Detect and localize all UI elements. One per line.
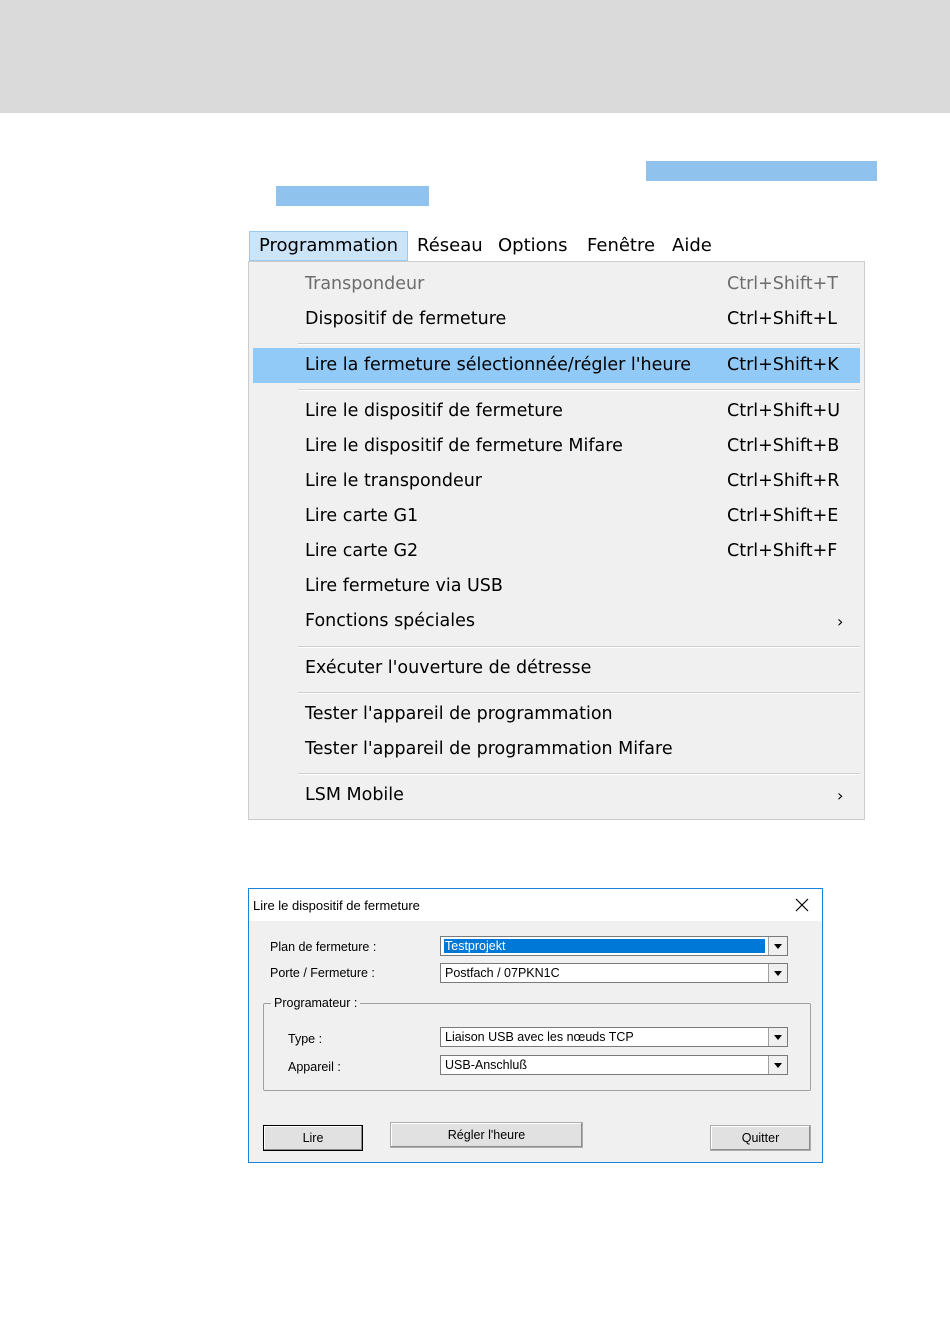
chevron-down-icon[interactable] [768, 937, 787, 955]
menu-item-shortcut: Ctrl+Shift+B [727, 436, 840, 456]
menu-item-label: Tester l'appareil de programmation [305, 704, 613, 724]
device-select-value: USB-Anschluß [445, 1058, 527, 1072]
menu-item-lire-fermeture-selectionnee[interactable]: Lire la fermeture sélectionnée/régler l'… [253, 348, 860, 383]
dialog-title: Lire le dispositif de fermeture [253, 898, 420, 913]
door-select[interactable]: Postfach / 07PKN1C [440, 963, 788, 983]
chevron-down-icon[interactable] [768, 1028, 787, 1046]
menu-programmation[interactable]: Programmation [249, 231, 408, 261]
menu-item-shortcut: Ctrl+Shift+F [727, 541, 838, 561]
menu-item-transpondeur[interactable]: Transpondeur Ctrl+Shift+T [253, 267, 860, 302]
menu-item-lire-carte-g2[interactable]: Lire carte G2 Ctrl+Shift+F [253, 534, 860, 569]
type-select-value: Liaison USB avec les nœuds TCP [445, 1030, 634, 1044]
menu-item-label: Lire le dispositif de fermeture [305, 401, 563, 421]
chevron-right-icon: › [837, 612, 844, 631]
menu-item-label: Lire carte G2 [305, 541, 419, 561]
menu-item-label: Exécuter l'ouverture de détresse [305, 658, 592, 678]
dialog-titlebar: Lire le dispositif de fermeture [249, 889, 822, 921]
menu-item-lire-dispositif-mifare[interactable]: Lire le dispositif de fermeture Mifare C… [253, 429, 860, 464]
close-button[interactable] [782, 889, 822, 921]
menu-item-lire-carte-g1[interactable]: Lire carte G1 Ctrl+Shift+E [253, 499, 860, 534]
type-select[interactable]: Liaison USB avec les nœuds TCP [440, 1027, 788, 1047]
menu-item-label: Fonctions spéciales [305, 611, 476, 631]
menu-item-label: Transpondeur [305, 274, 425, 294]
programmer-group [263, 1003, 811, 1091]
menu-separator [298, 646, 860, 648]
menu-bar: Programmation Réseau Options Fenêtre Aid… [249, 231, 719, 262]
menu-item-lire-fermeture-usb[interactable]: Lire fermeture via USB [253, 569, 860, 604]
menu-separator [298, 692, 860, 694]
menu-item-tester-appareil[interactable]: Tester l'appareil de programmation [253, 697, 860, 732]
menu-item-label: Lire le transpondeur [305, 471, 482, 491]
menu-item-label: Dispositif de fermeture [305, 309, 507, 329]
menu-reseau[interactable]: Réseau [408, 231, 492, 260]
menu-item-lire-dispositif[interactable]: Lire le dispositif de fermeture Ctrl+Shi… [253, 394, 860, 429]
menu-item-shortcut: Ctrl+Shift+U [727, 401, 841, 421]
menu-item-shortcut: Ctrl+Shift+L [727, 309, 837, 329]
menu-item-label: Lire la fermeture sélectionnée/régler l'… [305, 355, 692, 375]
read-button[interactable]: Lire [263, 1125, 363, 1151]
menu-item-ouverture-detresse[interactable]: Exécuter l'ouverture de détresse [253, 651, 860, 686]
header-band [0, 0, 950, 113]
menu-item-label: LSM Mobile [305, 785, 404, 805]
menu-item-label: Lire le dispositif de fermeture Mifare [305, 436, 623, 456]
programmer-group-label: Programateur : [271, 996, 361, 1010]
menu-aide[interactable]: Aide [663, 231, 721, 260]
door-select-value: Postfach / 07PKN1C [445, 966, 560, 980]
quit-button[interactable]: Quitter [710, 1125, 811, 1151]
menu-separator [298, 389, 860, 391]
chevron-right-icon: › [837, 786, 844, 805]
menu-separator [298, 773, 860, 775]
highlight-bar-top [646, 161, 877, 181]
menu-item-shortcut: Ctrl+Shift+E [727, 506, 839, 526]
menu-separator [298, 343, 860, 345]
chevron-down-icon[interactable] [768, 964, 787, 982]
highlight-bar-bottom [276, 186, 429, 206]
plan-label: Plan de fermeture : [270, 940, 377, 954]
menu-item-shortcut: Ctrl+Shift+R [727, 471, 840, 491]
set-time-button[interactable]: Régler l'heure [390, 1122, 583, 1148]
read-lock-dialog: Lire le dispositif de fermeture Plan de … [248, 888, 823, 1163]
menu-item-lire-transpondeur[interactable]: Lire le transpondeur Ctrl+Shift+R [253, 464, 860, 499]
programmation-dropdown: Transpondeur Ctrl+Shift+T Dispositif de … [248, 261, 865, 820]
menu-item-shortcut: Ctrl+Shift+K [727, 355, 839, 375]
device-select[interactable]: USB-Anschluß [440, 1055, 788, 1075]
menu-item-shortcut: Ctrl+Shift+T [727, 274, 838, 294]
plan-select[interactable]: Testprojekt [440, 936, 788, 956]
menu-item-lsm-mobile[interactable]: LSM Mobile › [253, 778, 860, 813]
device-label: Appareil : [288, 1060, 341, 1074]
menu-item-label: Tester l'appareil de programmation Mifar… [305, 739, 673, 759]
menu-item-label: Lire carte G1 [305, 506, 419, 526]
plan-select-value: Testprojekt [444, 939, 765, 953]
menu-options[interactable]: Options [489, 231, 576, 260]
chevron-down-icon[interactable] [768, 1056, 787, 1074]
menu-item-tester-appareil-mifare[interactable]: Tester l'appareil de programmation Mifar… [253, 732, 860, 767]
menu-item-label: Lire fermeture via USB [305, 576, 503, 596]
menu-item-dispositif-fermeture[interactable]: Dispositif de fermeture Ctrl+Shift+L [253, 302, 860, 337]
close-icon [795, 898, 809, 912]
menu-item-fonctions-speciales[interactable]: Fonctions spéciales › [253, 604, 860, 639]
door-label: Porte / Fermeture : [270, 966, 375, 980]
type-label: Type : [288, 1032, 323, 1046]
menu-fenetre[interactable]: Fenêtre [578, 231, 664, 260]
